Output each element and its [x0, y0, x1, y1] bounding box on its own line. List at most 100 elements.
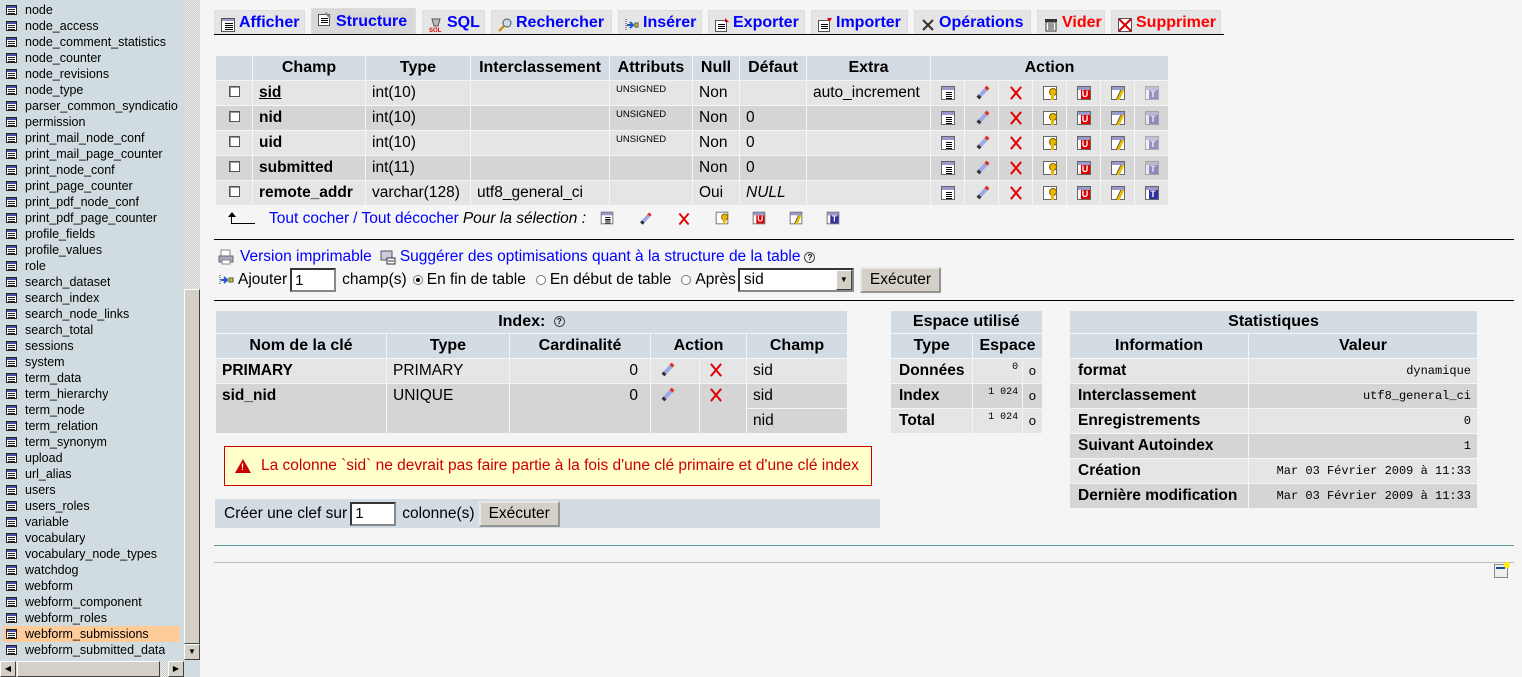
tab-afficher[interactable]: Afficher [214, 10, 305, 34]
sidebar-table-item[interactable]: watchdog [0, 562, 184, 578]
table-name[interactable]: node_access [25, 18, 99, 34]
table-icon[interactable] [6, 453, 17, 463]
edit-icon[interactable] [659, 362, 675, 378]
primary-key-icon[interactable] [1042, 110, 1057, 125]
index-icon[interactable] [1110, 185, 1125, 200]
table-icon[interactable] [6, 517, 17, 527]
table-icon[interactable] [6, 549, 17, 559]
sidebar-table-item[interactable]: permission [0, 114, 184, 130]
edit-icon[interactable] [974, 85, 990, 101]
sidebar-table-item[interactable]: vocabulary [0, 530, 184, 546]
table-name[interactable]: permission [25, 114, 85, 130]
table-icon[interactable] [6, 437, 17, 447]
sidebar-table-item[interactable]: profile_values [0, 242, 184, 258]
table-icon[interactable] [6, 277, 17, 287]
table-icon[interactable] [6, 117, 17, 127]
table-name[interactable]: print_pdf_page_counter [25, 210, 157, 226]
tab-rechercher[interactable]: Rechercher [491, 10, 612, 34]
table-name[interactable]: variable [25, 514, 69, 530]
table-name[interactable]: term_relation [25, 418, 98, 434]
delete-icon[interactable] [708, 362, 724, 378]
tab-inserer[interactable]: Insérer [618, 10, 702, 34]
create-index-execute-button[interactable]: Exécuter [478, 500, 560, 527]
sidebar-table-item[interactable]: search_dataset [0, 274, 184, 290]
edit-icon[interactable] [659, 387, 675, 403]
table-icon[interactable] [6, 325, 17, 335]
table-name[interactable]: url_alias [25, 466, 72, 482]
table-name[interactable]: print_mail_page_counter [25, 146, 163, 162]
sidebar-table-item[interactable]: sessions [0, 338, 184, 354]
sidebar-table-item[interactable]: url_alias [0, 466, 184, 482]
table-icon[interactable] [6, 389, 17, 399]
add-field-execute-button[interactable]: Exécuter [859, 267, 942, 293]
sidebar-table-item[interactable]: variable [0, 514, 184, 530]
delete-icon[interactable] [1008, 185, 1024, 201]
tab-exporter[interactable]: Exporter [708, 10, 805, 34]
scroll-left-button[interactable]: ◀ [0, 661, 16, 677]
fulltext-icon[interactable] [1144, 185, 1159, 200]
index-icon[interactable] [789, 211, 803, 225]
primary-key-icon[interactable] [1042, 85, 1057, 100]
index-columns-input[interactable] [350, 501, 397, 526]
table-icon[interactable] [6, 101, 17, 111]
sidebar-table-item[interactable]: term_synonym [0, 434, 184, 450]
table-name[interactable]: print_mail_node_conf [25, 130, 145, 146]
table-name[interactable]: print_node_conf [25, 162, 115, 178]
unique-icon[interactable] [1076, 185, 1091, 200]
edit-icon[interactable] [974, 160, 990, 176]
table-icon[interactable] [6, 69, 17, 79]
table-name[interactable]: node [25, 2, 53, 18]
browse-icon[interactable] [940, 135, 955, 150]
table-name[interactable]: term_hierarchy [25, 386, 108, 402]
table-name[interactable]: parser_common_syndicatio [25, 98, 178, 114]
sidebar-table-item[interactable]: term_data [0, 370, 184, 386]
new-window-icon[interactable] [1494, 562, 1510, 578]
fulltext-icon[interactable] [1144, 110, 1159, 125]
table-name[interactable]: print_page_counter [25, 178, 133, 194]
table-name[interactable]: node_revisions [25, 66, 109, 82]
table-icon[interactable] [6, 229, 17, 239]
row-checkbox[interactable] [228, 161, 240, 172]
fulltext-icon[interactable] [1144, 160, 1159, 175]
tab-operations[interactable]: Opérations [914, 10, 1031, 34]
sidebar-table-item[interactable]: node_counter [0, 50, 184, 66]
sidebar-table-item[interactable]: system [0, 354, 184, 370]
fulltext-icon[interactable] [826, 211, 840, 225]
table-icon[interactable] [6, 565, 17, 575]
delete-icon[interactable] [1008, 135, 1024, 151]
scroll-right-button[interactable]: ▶ [168, 661, 184, 677]
unique-icon[interactable] [752, 211, 766, 225]
table-name[interactable]: term_node [25, 402, 85, 418]
help-icon[interactable]: ? [553, 316, 565, 328]
browse-icon[interactable] [940, 160, 955, 175]
table-icon[interactable] [6, 405, 17, 415]
table-name[interactable]: search_node_links [25, 306, 129, 322]
add-count-input[interactable] [290, 268, 337, 292]
table-icon[interactable] [6, 341, 17, 351]
horizontal-scrollbar-thumb[interactable] [17, 661, 160, 677]
uncheck-all-link[interactable]: Tout décocher [361, 210, 458, 228]
sidebar-table-item[interactable]: users [0, 482, 184, 498]
table-icon[interactable] [6, 469, 17, 479]
row-checkbox[interactable] [228, 136, 240, 147]
table-name[interactable]: node_type [25, 82, 83, 98]
position-end-radio[interactable] [412, 275, 423, 285]
browse-icon[interactable] [600, 211, 614, 225]
edit-icon[interactable] [974, 110, 990, 126]
row-checkbox[interactable] [228, 186, 240, 197]
table-name[interactable]: webform_component [25, 594, 142, 610]
table-name[interactable]: node_comment_statistics [25, 34, 166, 50]
position-after-radio[interactable] [681, 275, 692, 285]
delete-icon[interactable] [1008, 85, 1024, 101]
table-name[interactable]: search_dataset [25, 274, 110, 290]
sidebar-table-item[interactable]: search_total [0, 322, 184, 338]
table-name[interactable]: term_synonym [25, 434, 107, 450]
table-name[interactable]: profile_values [25, 242, 102, 258]
table-icon[interactable] [6, 245, 17, 255]
print-view-link[interactable]: Version imprimable [240, 248, 372, 266]
tab-sql[interactable]: SQL SQL [422, 10, 485, 34]
edit-icon[interactable] [974, 185, 990, 201]
sidebar-table-item[interactable]: print_mail_page_counter [0, 146, 184, 162]
sidebar-table-item[interactable]: search_index [0, 290, 184, 306]
sidebar-table-item[interactable]: vocabulary_node_types [0, 546, 184, 562]
